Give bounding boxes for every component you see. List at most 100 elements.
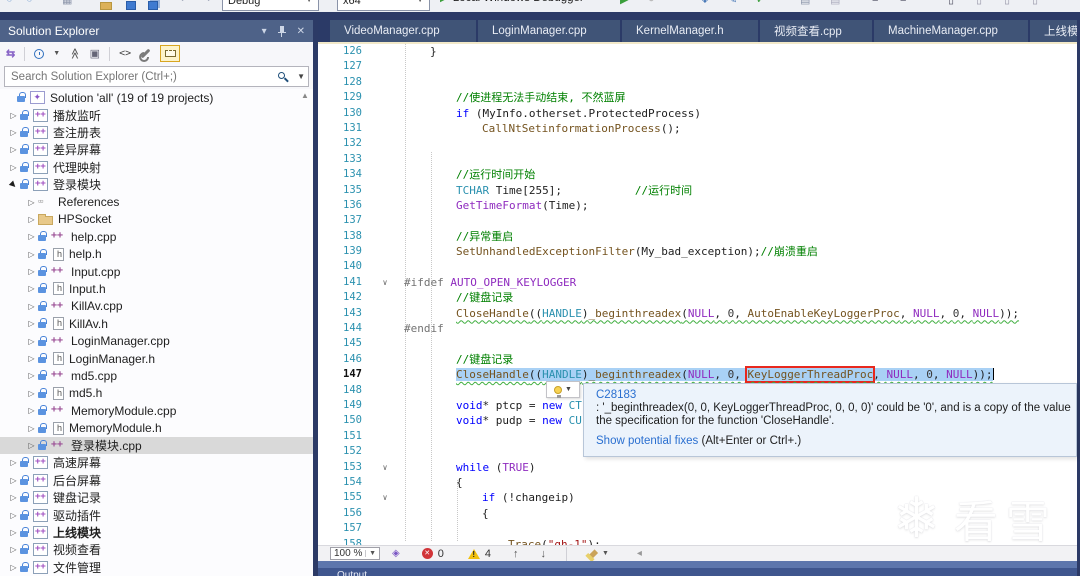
line-number[interactable]: 151 xyxy=(318,429,374,444)
code-line-143[interactable]: 143 CloseHandle((HANDLE)_beginthreadex(NU… xyxy=(318,306,1077,321)
code-line-146[interactable]: 146 //键盘记录 xyxy=(318,352,1077,367)
expand-arrow-icon[interactable]: ▷ xyxy=(25,389,38,398)
code-line-138[interactable]: 138 //异常重启 xyxy=(318,229,1077,244)
scroll-up-icon[interactable]: ▲ xyxy=(301,91,309,100)
code-line-145[interactable]: 145 xyxy=(318,336,1077,351)
tree-item-后台屏幕[interactable]: ▷ 后台屏幕 xyxy=(0,472,313,489)
save-all-icon[interactable] xyxy=(148,1,158,10)
expand-arrow-icon[interactable]: ▷ xyxy=(7,493,20,502)
tree-item-查注册表[interactable]: ▷ 查注册表 xyxy=(0,124,313,141)
code-line-153[interactable]: 153 ∨ while (TRUE) xyxy=(318,460,1077,475)
tree-item-md5.cpp[interactable]: ▷ md5.cpp xyxy=(0,367,313,384)
tree-item-文件管理[interactable]: ▷ 文件管理 xyxy=(0,559,313,576)
tab-上线模块.cpp[interactable]: 上线模块.cpp xyxy=(1030,20,1077,42)
expand-arrow-icon[interactable]: ▷ xyxy=(7,163,20,172)
wrench-icon[interactable] xyxy=(140,48,151,59)
tab-VideoManager.cpp[interactable]: VideoManager.cpp xyxy=(330,20,478,42)
start-debugging-button[interactable]: ▶ Local Windows Debugger xyxy=(440,0,584,4)
expand-arrow-icon[interactable]: ▷ xyxy=(25,319,38,328)
expand-arrow-icon[interactable]: ▷ xyxy=(7,145,20,154)
tree-item-help.h[interactable]: ▷ help.h xyxy=(0,246,313,263)
toolbar-icon[interactable]: ◌ xyxy=(26,0,33,5)
tree-item-LoginManager.h[interactable]: ▷ LoginManager.h xyxy=(0,350,313,367)
line-number[interactable]: 129 xyxy=(318,90,374,105)
preview-selected-items-toggle[interactable] xyxy=(160,45,181,62)
bookmark-icon[interactable]: ▯ xyxy=(1004,0,1010,6)
line-number[interactable]: 140 xyxy=(318,259,374,274)
bookmark-icon[interactable]: ▯ xyxy=(948,0,954,6)
pin-icon[interactable] xyxy=(277,25,287,37)
pending-changes-icon[interactable] xyxy=(34,48,45,59)
chevron-down-icon[interactable]: ▼ xyxy=(1062,0,1070,2)
code-line-133[interactable]: 133 xyxy=(318,152,1077,167)
tab-视频查看.cpp[interactable]: 视频查看.cpp xyxy=(760,20,874,42)
tab-MachineManager.cpp[interactable]: MachineManager.cpp xyxy=(874,20,1030,42)
health-indicator-icon[interactable]: ◈ xyxy=(392,548,400,559)
tab-KernelManager.h[interactable]: KernelManager.h xyxy=(622,20,760,42)
tree-item-驱动插件[interactable]: ▷ 驱动插件 xyxy=(0,506,313,523)
quick-actions-lightbulb[interactable]: ▼ xyxy=(546,381,580,398)
bookmark-icon[interactable]: ▯ xyxy=(1032,0,1038,6)
expand-arrow-icon[interactable]: ▷ xyxy=(25,441,38,450)
zoom-dropdown[interactable]: 100 % ▼ xyxy=(330,547,380,560)
undo-icon[interactable]: ↶ xyxy=(180,0,189,6)
indent-icon[interactable]: ≡ xyxy=(872,0,878,5)
line-number[interactable]: 144 xyxy=(318,321,374,336)
tree-item-References[interactable]: ▷ References xyxy=(0,193,313,210)
sync-active-document-icon[interactable]: <> xyxy=(119,48,131,59)
code-line-126[interactable]: 126} xyxy=(318,44,1077,59)
line-number[interactable]: 146 xyxy=(318,352,374,367)
line-number[interactable]: 154 xyxy=(318,475,374,490)
tree-item-键盘记录[interactable]: ▷ 键盘记录 xyxy=(0,489,313,506)
code-line-131[interactable]: 131 CallNtSetinformationProcess(); xyxy=(318,121,1077,136)
pause-icon[interactable]: ● xyxy=(648,0,655,5)
error-count[interactable]: 0 xyxy=(438,548,444,560)
tree-item-HPSocket[interactable]: ▷ HPSocket xyxy=(0,211,313,228)
line-number[interactable]: 128 xyxy=(318,75,374,90)
warning-code-link[interactable]: C28183 xyxy=(596,389,1064,401)
expand-arrow-icon[interactable]: ▶ xyxy=(6,177,22,193)
code-line-140[interactable]: 140 xyxy=(318,259,1077,274)
prev-issue-icon[interactable]: ↑ xyxy=(513,548,519,560)
line-number[interactable]: 126 xyxy=(318,44,374,59)
expand-arrow-icon[interactable]: ▷ xyxy=(7,458,20,467)
line-number[interactable]: 153 xyxy=(318,460,374,475)
toolbar-icon[interactable]: ▦ xyxy=(62,0,72,6)
expand-arrow-icon[interactable]: ▷ xyxy=(25,302,38,311)
code-line-139[interactable]: 139 SetUnhandledExceptionFilter(My_bad_ex… xyxy=(318,244,1077,259)
code-line-132[interactable]: 132 xyxy=(318,136,1077,151)
code-line-141[interactable]: 141 ∨ #ifdef AUTO_OPEN_KEYLOGGER xyxy=(318,275,1077,290)
tree-item-Input.cpp[interactable]: ▷ Input.cpp xyxy=(0,263,313,280)
chevron-down-icon[interactable]: ▼ xyxy=(602,550,609,557)
tree-item-登录模块[interactable]: ▶ 登录模块 xyxy=(0,176,313,193)
expand-arrow-icon[interactable]: ▷ xyxy=(25,406,38,415)
start-icon[interactable]: ▶ xyxy=(620,0,628,6)
expand-arrow-icon[interactable]: ▷ xyxy=(7,511,20,520)
line-number[interactable]: 127 xyxy=(318,59,374,74)
code-line-128[interactable]: 128 xyxy=(318,75,1077,90)
tree-item-播放监听[interactable]: ▷ 播放监听 xyxy=(0,106,313,123)
expand-arrow-icon[interactable]: ▷ xyxy=(7,545,20,554)
expand-arrow-icon[interactable]: ▷ xyxy=(25,284,38,293)
toolbar-icon[interactable]: ◌ xyxy=(6,0,13,5)
expand-arrow-icon[interactable]: ▷ xyxy=(25,267,38,276)
tree-item-MemoryModule.cpp[interactable]: ▷ MemoryModule.cpp xyxy=(0,402,313,419)
chevron-down-icon[interactable]: ▼ xyxy=(53,50,60,57)
fold-chevron-icon[interactable]: ∨ xyxy=(374,490,396,505)
expand-arrow-icon[interactable]: ▷ xyxy=(25,232,38,241)
solution-platforms-dropdown[interactable]: x64 ▼ xyxy=(337,0,430,11)
line-number[interactable]: 134 xyxy=(318,167,374,182)
tree-item-md5.h[interactable]: ▷ md5.h xyxy=(0,385,313,402)
expand-arrow-icon[interactable]: ▷ xyxy=(7,528,20,537)
expand-arrow-icon[interactable]: ▷ xyxy=(25,198,38,207)
show-potential-fixes-link[interactable]: Show potential fixes xyxy=(596,435,698,447)
warning-icon[interactable] xyxy=(467,548,480,559)
code-line-134[interactable]: 134 //运行时间开始 xyxy=(318,167,1077,182)
expand-arrow-icon[interactable]: ▷ xyxy=(25,354,38,363)
line-number[interactable]: 139 xyxy=(318,244,374,259)
tree-item-LoginManager.cpp[interactable]: ▷ LoginManager.cpp xyxy=(0,332,313,349)
code-area[interactable]: 126} 127 128 129//使进程无法手动结束, 不然蓝屏 130 if (MyI… xyxy=(318,44,1077,545)
line-number[interactable]: 158 xyxy=(318,537,374,546)
line-number[interactable]: 147 xyxy=(318,367,374,382)
code-line-144[interactable]: 144 #endif xyxy=(318,321,1077,336)
